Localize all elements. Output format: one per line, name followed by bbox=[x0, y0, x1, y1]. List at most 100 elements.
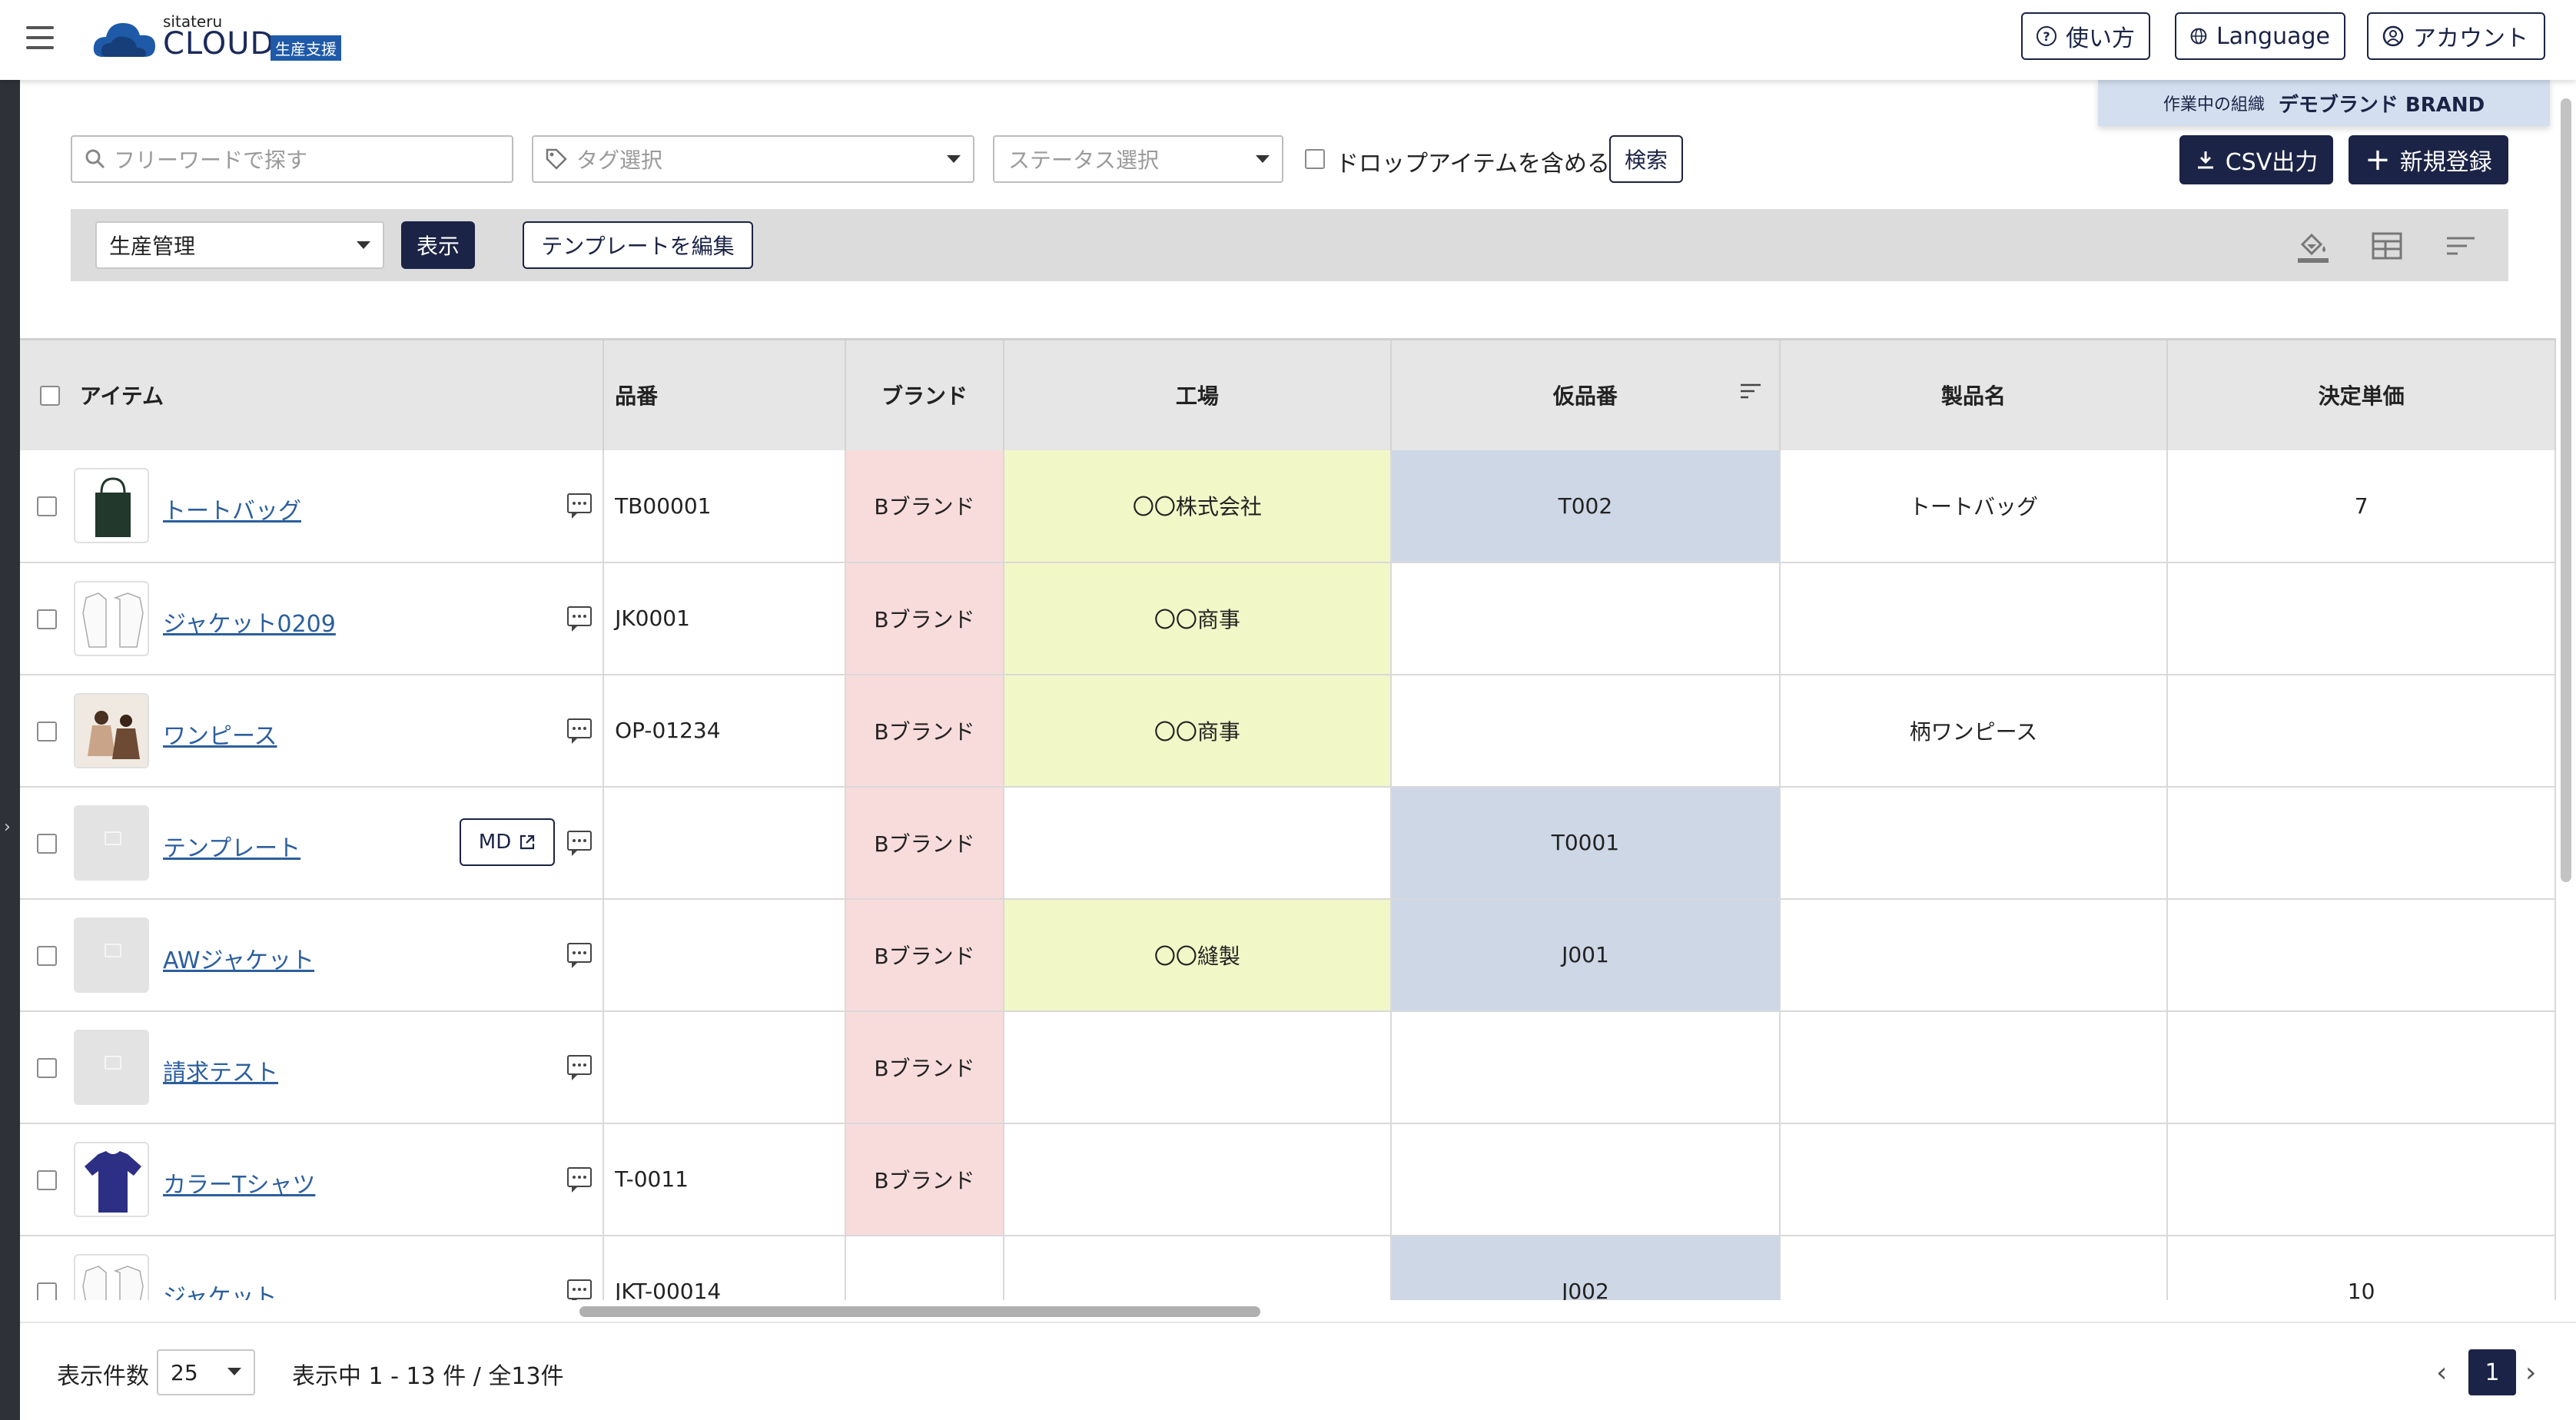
product-name-cell[interactable] bbox=[1779, 1010, 2169, 1124]
product-name-cell[interactable] bbox=[1779, 1235, 2169, 1300]
md-link-button[interactable]: MD bbox=[460, 818, 555, 866]
item-name-link[interactable]: ジャケット bbox=[163, 1278, 277, 1301]
column-header-sku[interactable]: 品番 bbox=[603, 338, 847, 450]
product-name-cell[interactable]: トートバッグ bbox=[1779, 450, 2169, 563]
column-header-item[interactable]: アイテム bbox=[20, 338, 605, 450]
edit-template-button[interactable]: テンプレートを編集 bbox=[523, 221, 753, 269]
product-name-cell[interactable] bbox=[1779, 562, 2169, 675]
price-cell[interactable] bbox=[2167, 1010, 2556, 1124]
temp-sku-cell[interactable] bbox=[1391, 674, 1781, 788]
sku-cell[interactable]: T-0011 bbox=[603, 1123, 847, 1236]
price-cell[interactable] bbox=[2167, 786, 2556, 900]
item-name-link[interactable]: ジャケット0209 bbox=[163, 605, 336, 639]
product-name-cell[interactable] bbox=[1779, 898, 2169, 1012]
factory-cell[interactable] bbox=[1003, 786, 1393, 900]
item-name-link[interactable]: カラーTシャツ bbox=[163, 1166, 315, 1199]
table-row[interactable]: AWジャケット Bブランド 〇〇縫製 J001 bbox=[20, 898, 2556, 1012]
factory-cell[interactable] bbox=[1003, 1235, 1393, 1300]
comment-icon[interactable] bbox=[567, 493, 592, 519]
table-row[interactable]: ジャケット0209 JK0001 Bブランド 〇〇商事 bbox=[20, 562, 2556, 675]
temp-sku-cell[interactable] bbox=[1391, 1010, 1781, 1124]
menu-icon[interactable] bbox=[26, 26, 54, 49]
item-thumbnail[interactable] bbox=[74, 1029, 149, 1105]
item-name-link[interactable]: AWジャケット bbox=[163, 941, 314, 975]
item-name-link[interactable]: ワンピース bbox=[163, 717, 277, 751]
brand-cell[interactable]: Bブランド bbox=[845, 562, 1004, 675]
fill-color-icon[interactable] bbox=[2295, 227, 2332, 264]
item-thumbnail[interactable] bbox=[74, 1141, 149, 1217]
sku-cell[interactable] bbox=[603, 786, 847, 900]
item-thumbnail[interactable] bbox=[74, 580, 149, 656]
row-checkbox[interactable] bbox=[37, 609, 57, 629]
table-row[interactable]: カラーTシャツ T-0011 Bブランド bbox=[20, 1123, 2556, 1236]
freeword-search-input[interactable]: フリーワードで探す bbox=[71, 135, 513, 183]
new-register-button[interactable]: + 新規登録 bbox=[2349, 135, 2508, 184]
sku-cell[interactable]: OP-01234 bbox=[603, 674, 847, 788]
sort-icon[interactable] bbox=[2442, 227, 2479, 264]
show-button[interactable]: 表示 bbox=[401, 221, 475, 269]
item-name-link[interactable]: トートバッグ bbox=[163, 492, 301, 526]
column-header-price[interactable]: 決定単価 bbox=[2167, 338, 2556, 450]
item-thumbnail[interactable] bbox=[74, 467, 149, 543]
item-thumbnail[interactable] bbox=[74, 917, 149, 993]
temp-sku-cell[interactable] bbox=[1391, 1123, 1781, 1236]
price-cell[interactable] bbox=[2167, 562, 2556, 675]
brand-cell[interactable]: Bブランド bbox=[845, 450, 1004, 563]
status-select[interactable]: ステータス選択 bbox=[993, 135, 1283, 183]
table-row[interactable]: トートバッグ TB00001 Bブランド 〇〇株式会社 T002 トートバッグ … bbox=[20, 450, 2556, 563]
select-all-checkbox[interactable] bbox=[40, 386, 60, 406]
row-checkbox[interactable] bbox=[37, 1282, 57, 1300]
chevron-right-icon[interactable]: › bbox=[2525, 1357, 2536, 1388]
search-button[interactable]: 検索 bbox=[1609, 135, 1683, 183]
comment-icon[interactable] bbox=[567, 942, 592, 968]
horizontal-scrollbar[interactable] bbox=[579, 1306, 1260, 1317]
temp-sku-cell[interactable]: J001 bbox=[1391, 898, 1781, 1012]
include-drop-checkbox[interactable] bbox=[1305, 149, 1325, 169]
temp-sku-cell[interactable]: T002 bbox=[1391, 450, 1781, 563]
item-thumbnail[interactable] bbox=[74, 1253, 149, 1300]
comment-icon[interactable] bbox=[567, 1166, 592, 1193]
column-header-brand[interactable]: ブランド bbox=[845, 338, 1004, 450]
comment-icon[interactable] bbox=[567, 1054, 592, 1080]
item-thumbnail[interactable] bbox=[74, 805, 149, 881]
table-layout-icon[interactable] bbox=[2369, 227, 2405, 264]
language-button[interactable]: Language bbox=[2175, 12, 2345, 60]
row-checkbox[interactable] bbox=[37, 496, 57, 516]
price-cell[interactable]: 10 bbox=[2167, 1235, 2556, 1300]
comment-icon[interactable] bbox=[567, 605, 592, 632]
factory-cell[interactable] bbox=[1003, 1123, 1393, 1236]
sort-icon[interactable] bbox=[1739, 382, 1762, 402]
row-checkbox[interactable] bbox=[37, 833, 57, 854]
column-header-factory[interactable]: 工場 bbox=[1003, 338, 1393, 450]
factory-cell[interactable]: 〇〇株式会社 bbox=[1003, 450, 1393, 563]
table-row[interactable]: テンプレート MD Bブランド T0001 bbox=[20, 786, 2556, 900]
sku-cell[interactable]: JKT-00014 bbox=[603, 1235, 847, 1300]
factory-cell[interactable] bbox=[1003, 1010, 1393, 1124]
current-organization[interactable]: 作業中の組織 デモブランド BRAND bbox=[2098, 80, 2550, 126]
price-cell[interactable] bbox=[2167, 898, 2556, 1012]
row-checkbox[interactable] bbox=[37, 1170, 57, 1190]
tag-select[interactable]: タグ選択 bbox=[532, 135, 974, 183]
row-checkbox[interactable] bbox=[37, 721, 57, 742]
item-thumbnail[interactable] bbox=[74, 692, 149, 768]
row-checkbox[interactable] bbox=[37, 1057, 57, 1078]
temp-sku-cell[interactable] bbox=[1391, 562, 1781, 675]
product-name-cell[interactable] bbox=[1779, 1123, 2169, 1236]
brand-cell[interactable] bbox=[845, 1235, 1004, 1300]
column-header-temp-sku[interactable]: 仮品番 bbox=[1391, 338, 1781, 450]
vertical-scrollbar[interactable] bbox=[2561, 98, 2571, 882]
table-row[interactable]: ワンピース OP-01234 Bブランド 〇〇商事 柄ワンピース bbox=[20, 674, 2556, 788]
factory-cell[interactable]: 〇〇商事 bbox=[1003, 562, 1393, 675]
comment-icon[interactable] bbox=[567, 830, 592, 856]
temp-sku-cell[interactable]: J002 bbox=[1391, 1235, 1781, 1300]
comment-icon[interactable] bbox=[567, 1279, 592, 1300]
sku-cell[interactable]: TB00001 bbox=[603, 450, 847, 563]
page-number-button[interactable]: 1 bbox=[2468, 1349, 2516, 1395]
csv-export-button[interactable]: CSV出力 bbox=[2179, 135, 2333, 184]
item-name-link[interactable]: テンプレート bbox=[163, 829, 300, 863]
brand-cell[interactable]: Bブランド bbox=[845, 898, 1004, 1012]
chevron-left-icon[interactable]: ‹ bbox=[2436, 1357, 2447, 1388]
comment-icon[interactable] bbox=[567, 718, 592, 744]
per-page-select[interactable]: 25 bbox=[157, 1349, 255, 1395]
row-checkbox[interactable] bbox=[37, 945, 57, 966]
